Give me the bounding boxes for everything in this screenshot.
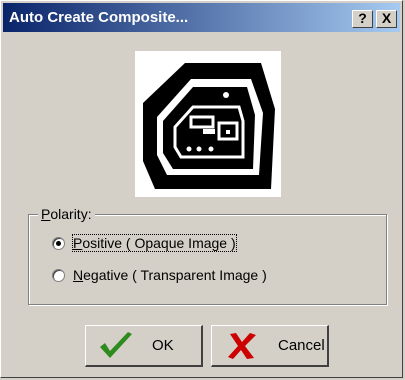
ok-button[interactable]: OK <box>85 325 203 367</box>
radio-positive[interactable]: Positive ( Opaque Image ) <box>52 233 237 253</box>
radio-negative-label[interactable]: Negative ( Transparent Image ) <box>73 267 267 283</box>
x-cross-icon <box>228 332 256 359</box>
title-bar[interactable]: Auto Create Composite... ? X <box>3 3 400 32</box>
polarity-group <box>28 214 387 305</box>
cancel-label: Cancel <box>278 337 325 354</box>
radio-positive-label[interactable]: Positive ( Opaque Image ) <box>72 234 237 252</box>
ok-label: OK <box>152 337 174 354</box>
window-title: Auto Create Composite... <box>9 9 189 26</box>
dialog-window: Auto Create Composite... ? X Polarity: P… <box>0 0 403 378</box>
cancel-button[interactable]: Cancel <box>211 325 329 367</box>
polarity-legend-mnemonic: P <box>41 206 51 222</box>
composite-preview-image <box>135 51 281 197</box>
close-button[interactable]: X <box>376 10 397 28</box>
polarity-legend-text: olarity: <box>50 206 92 222</box>
help-button[interactable]: ? <box>352 10 373 28</box>
radio-positive-mnemonic: P <box>73 235 83 251</box>
checkmark-icon <box>100 331 132 358</box>
radio-negative[interactable]: Negative ( Transparent Image ) <box>52 265 267 285</box>
radio-positive-text: ositive ( Opaque Image ) <box>82 235 236 251</box>
radio-negative-mnemonic: N <box>73 267 84 283</box>
radio-negative-text: egative ( Transparent Image ) <box>83 267 267 283</box>
radio-positive-circle[interactable] <box>52 236 65 250</box>
radio-selected-dot <box>56 240 61 246</box>
radio-negative-circle[interactable] <box>52 268 65 282</box>
polarity-legend: Polarity: <box>38 206 95 222</box>
